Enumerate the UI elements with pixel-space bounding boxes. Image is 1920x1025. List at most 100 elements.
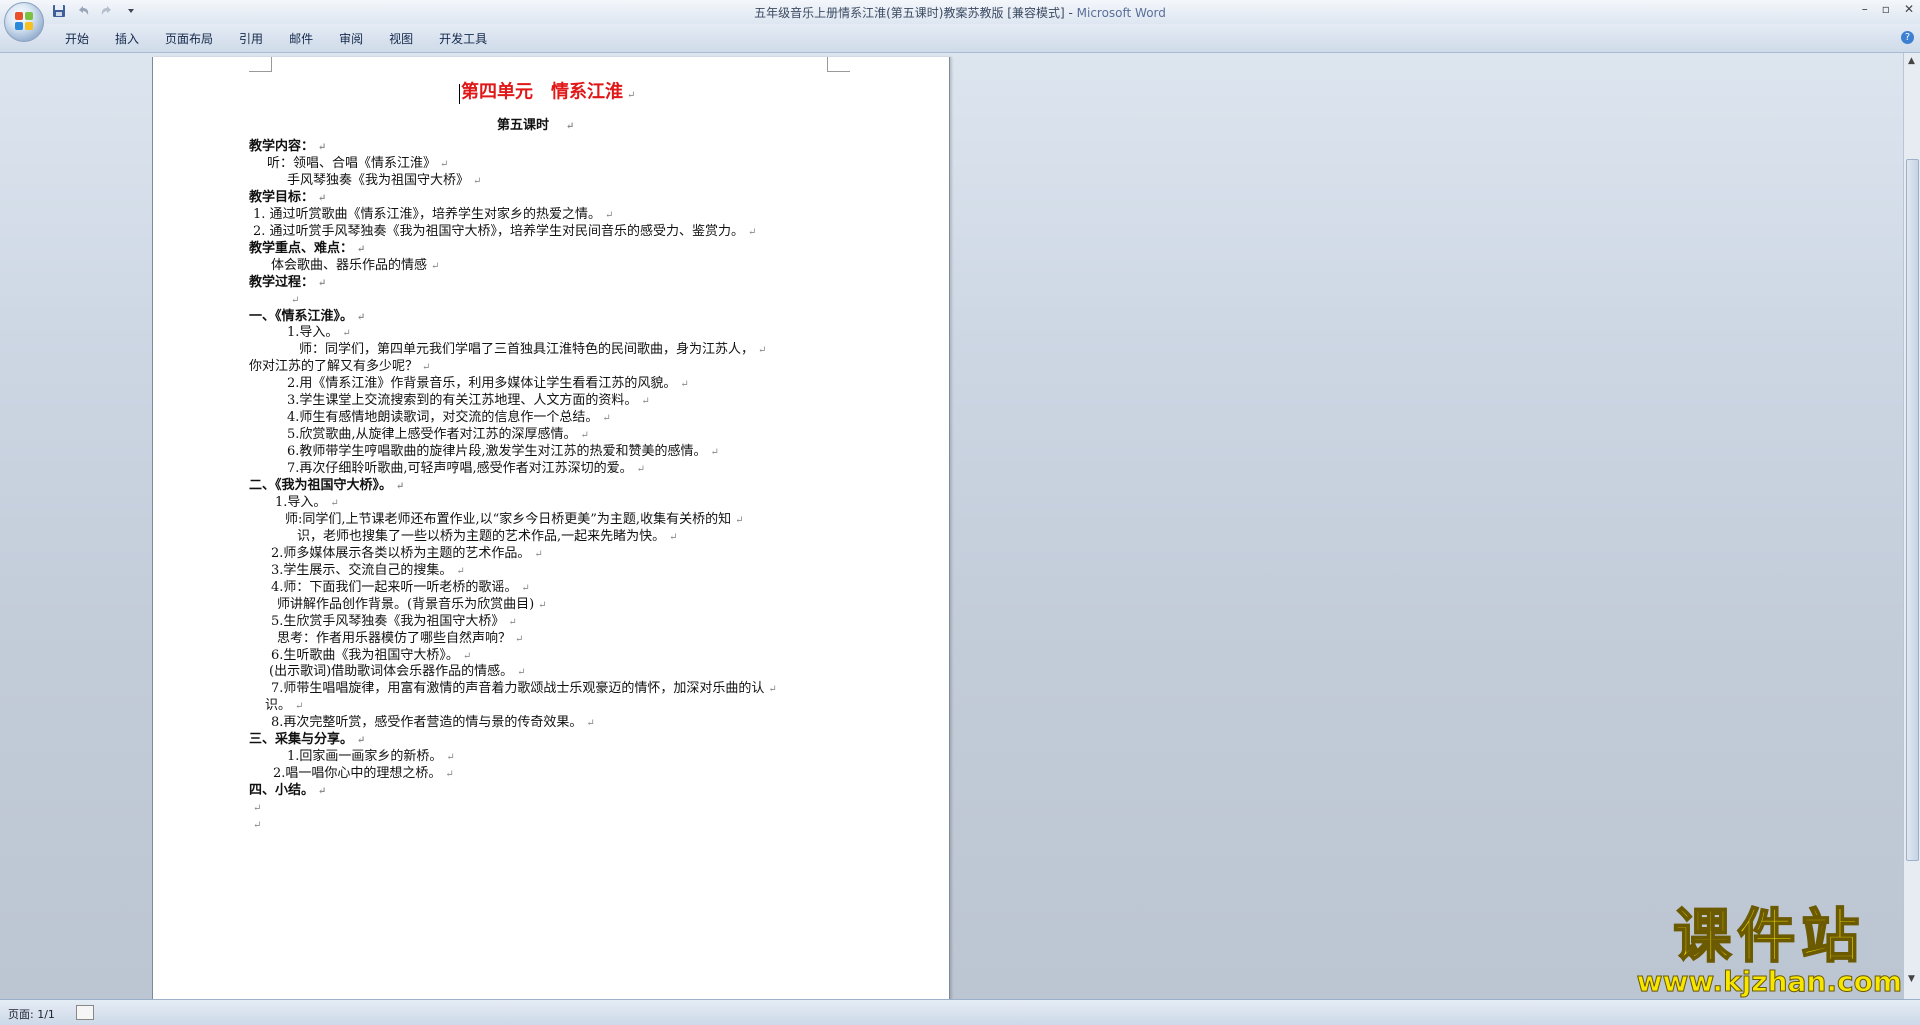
document-line: (出示歌词)借助歌词体会乐器作品的情感。 ↵ xyxy=(269,664,526,681)
document-line: 1.导入。 ↵ xyxy=(275,495,339,512)
tab-developer[interactable]: 开发工具 xyxy=(426,30,500,47)
document-line: 6.生听歌曲《我为祖国守大桥》。 ↵ xyxy=(271,648,471,665)
tab-review[interactable]: 审阅 xyxy=(326,30,376,47)
document-line: 2.用《情系江淮》作背景音乐，利用多媒体让学生看看江苏的风貌。 ↵ xyxy=(287,376,689,393)
document-line: 你对江苏的了解又有多少呢？ ↵ xyxy=(249,359,430,376)
paragraph-mark: ↵ xyxy=(440,159,449,170)
paragraph-mark: ↵ xyxy=(735,515,744,526)
document-line-text: 2.师多媒体展示各类以桥为主题的艺术作品。 xyxy=(271,546,531,561)
document-line: 2. 通过听赏手风琴独奏《我为祖国守大桥》，培养学生对民间音乐的感受力、鉴赏力。… xyxy=(253,224,756,241)
paragraph-mark: ↵ xyxy=(534,549,543,560)
tab-references[interactable]: 引用 xyxy=(226,30,276,47)
document-line: 识，老师也搜集了一些以桥为主题的艺术作品,一起来先睹为快。 ↵ xyxy=(297,529,678,546)
document-line-text: 教学目标： xyxy=(249,190,315,205)
paragraph-mark: ↵ xyxy=(710,447,719,458)
paragraph-mark: ↵ xyxy=(627,89,636,101)
document-line: ↵ xyxy=(249,817,261,834)
document-name: 五年级音乐上册情系江淮(第五课时)教案苏教版 [兼容模式] xyxy=(754,6,1065,20)
document-line-text: 1.回家画一画家乡的新桥。 xyxy=(287,749,443,764)
paragraph-mark: ↵ xyxy=(462,651,472,662)
document-line-text: 教学内容： xyxy=(249,139,315,154)
document-line-text: 师:同学们,上节课老师还布置作业,以“家乡今日桥更美”为主题,收集有关桥的知 xyxy=(285,512,732,527)
help-icon[interactable]: ? xyxy=(1901,31,1914,44)
document-line: 教学目标： ↵ xyxy=(249,190,326,207)
vertical-scrollbar[interactable]: ▲ ▼ xyxy=(1903,53,1920,1000)
paragraph-mark: ↵ xyxy=(669,532,678,543)
document-line-text: 体会歌曲、器乐作品的情感 xyxy=(271,258,428,273)
document-line-text: 师：同学们，第四单元我们学唱了三首独具江淮特色的民间歌曲，身为江苏人， xyxy=(299,342,755,357)
document-line: 5.欣赏歌曲,从旋律上感受作者对江苏的深厚感情。 ↵ xyxy=(287,427,589,444)
scrollbar-thumb[interactable] xyxy=(1906,159,1919,861)
paragraph-mark: ↵ xyxy=(318,786,327,797)
paragraph-mark: ↵ xyxy=(456,566,465,577)
document-line: 识。 ↵ xyxy=(265,698,303,715)
office-button[interactable] xyxy=(4,2,44,42)
scroll-down-icon[interactable]: ▼ xyxy=(1906,973,1917,986)
document-line-text: 教学过程： xyxy=(249,275,315,290)
document-line: 手风琴独奏《我为祖国守大桥》 ↵ xyxy=(287,173,481,190)
window-title: 五年级音乐上册情系江淮(第五课时)教案苏教版 [兼容模式] - Microsof… xyxy=(0,4,1920,21)
office-logo-icon xyxy=(15,12,33,30)
paragraph-mark: ↵ xyxy=(330,498,339,509)
ribbon-tab-bar: 开始 插入 页面布局 引用 邮件 审阅 视图 开发工具 ? xyxy=(0,24,1920,53)
paragraph-mark: ↵ xyxy=(253,803,262,814)
document-title-text: 第四单元 情系江淮 xyxy=(461,81,623,103)
document-line-text: 6.教师带学生哼唱歌曲的旋律片段,激发学生对江苏的热爱和赞美的感情。 xyxy=(287,444,707,459)
document-line-text: 思考：作者用乐器模仿了哪些自然声响？ xyxy=(277,631,512,646)
document-line-text: 3.学生展示、交流自己的搜集。 xyxy=(271,563,453,578)
paragraph-mark: ↵ xyxy=(291,295,300,306)
document-line: 一、《情系江淮》。 ↵ xyxy=(249,309,365,326)
paragraph-mark: ↵ xyxy=(508,617,517,628)
document-line-text: 识。 xyxy=(265,698,292,713)
document-line-text: 3.学生课堂上交流搜索到的有关江苏地理、人文方面的资料。 xyxy=(287,393,638,408)
document-line-text: 4.师：下面我们一起来听一听老桥的歌谣。 xyxy=(271,580,518,595)
watermark-text: 课件站 xyxy=(1672,902,1866,970)
document-line: 听：领唱、合唱《情系江淮》 ↵ xyxy=(267,156,448,173)
document-line: 二、《我为祖国守大桥》。 ↵ xyxy=(249,478,404,495)
close-icon[interactable]: ✕ xyxy=(1904,2,1914,16)
document-line: 3.学生课堂上交流搜索到的有关江苏地理、人文方面的资料。 ↵ xyxy=(287,393,650,410)
paragraph-mark: ↵ xyxy=(295,701,304,712)
document-line: 教学重点、难点： ↵ xyxy=(249,241,365,258)
paragraph-mark: ↵ xyxy=(446,752,455,763)
paragraph-mark: ↵ xyxy=(641,396,650,407)
document-line-text: 2.唱一唱你心中的理想之桥。 xyxy=(273,766,442,781)
document-line-text: 7.师带生唱唱旋律，用富有激情的声音着力歌颂战士乐观豪迈的情怀，加深对乐曲的认 xyxy=(271,681,765,696)
paragraph-mark: ↵ xyxy=(605,210,614,221)
tab-insert[interactable]: 插入 xyxy=(102,30,152,47)
document-line-text: 手风琴独奏《我为祖国守大桥》 xyxy=(287,173,470,188)
document-subtitle: 第五课时 ↵ xyxy=(497,118,574,135)
document-line-text: 听：领唱、合唱《情系江淮》 xyxy=(267,156,437,171)
tab-home[interactable]: 开始 xyxy=(52,30,102,47)
document-line-text: 1. 通过听赏歌曲《情系江淮》，培养学生对家乡的热爱之情。 xyxy=(253,207,602,222)
tab-view[interactable]: 视图 xyxy=(376,30,426,47)
paragraph-mark: ↵ xyxy=(342,328,351,339)
paragraph-mark: ↵ xyxy=(521,583,530,594)
document-line-text: 4.师生有感情地朗读歌词，对交流的信息作一个总结。 xyxy=(287,410,599,425)
maximize-icon[interactable]: ▫ xyxy=(1882,2,1890,16)
document-page[interactable]: 第四单元 情系江淮 ↵ 第五课时 ↵ 教学内容： ↵ 听：领唱、合唱《情系江淮》 ↵ 手风… xyxy=(152,57,950,1007)
document-line: 4.师：下面我们一起来听一听老桥的歌谣。 ↵ xyxy=(271,580,530,597)
document-line-text: 识，老师也搜集了一些以桥为主题的艺术作品,一起来先睹为快。 xyxy=(297,529,666,544)
text-cursor xyxy=(459,84,460,104)
document-line-text: 6.生听歌曲《我为祖国守大桥》。 xyxy=(271,648,459,663)
tab-page-layout[interactable]: 页面布局 xyxy=(152,30,226,47)
page-indicator[interactable]: 页面: 1/1 xyxy=(8,1006,55,1022)
macro-recording-icon[interactable] xyxy=(76,1005,94,1020)
paragraph-mark: ↵ xyxy=(357,735,366,746)
scroll-up-icon[interactable]: ▲ xyxy=(1906,55,1917,68)
document-line-text: 5.生欣赏手风琴独奏《我为祖国守大桥》 xyxy=(271,614,505,629)
document-line-text: 二、《我为祖国守大桥》。 xyxy=(249,478,393,493)
tab-mailings[interactable]: 邮件 xyxy=(276,30,326,47)
document-line: 5.生欣赏手风琴独奏《我为祖国守大桥》 ↵ xyxy=(271,614,517,631)
document-line-text: 1.导入。 xyxy=(275,495,327,510)
paragraph-mark: ↵ xyxy=(515,634,524,645)
document-line: 师：同学们，第四单元我们学唱了三首独具江淮特色的民间歌曲，身为江苏人， ↵ xyxy=(299,342,766,359)
document-line: 1.导入。 ↵ xyxy=(287,325,351,342)
minimize-icon[interactable]: – xyxy=(1862,2,1868,16)
document-line: 6.教师带学生哼唱歌曲的旋律片段,激发学生对江苏的热爱和赞美的感情。 ↵ xyxy=(287,444,719,461)
title-separator: - xyxy=(1068,6,1077,20)
paragraph-mark: ↵ xyxy=(758,345,767,356)
paragraph-mark: ↵ xyxy=(748,227,757,238)
paragraph-mark: ↵ xyxy=(473,176,482,187)
